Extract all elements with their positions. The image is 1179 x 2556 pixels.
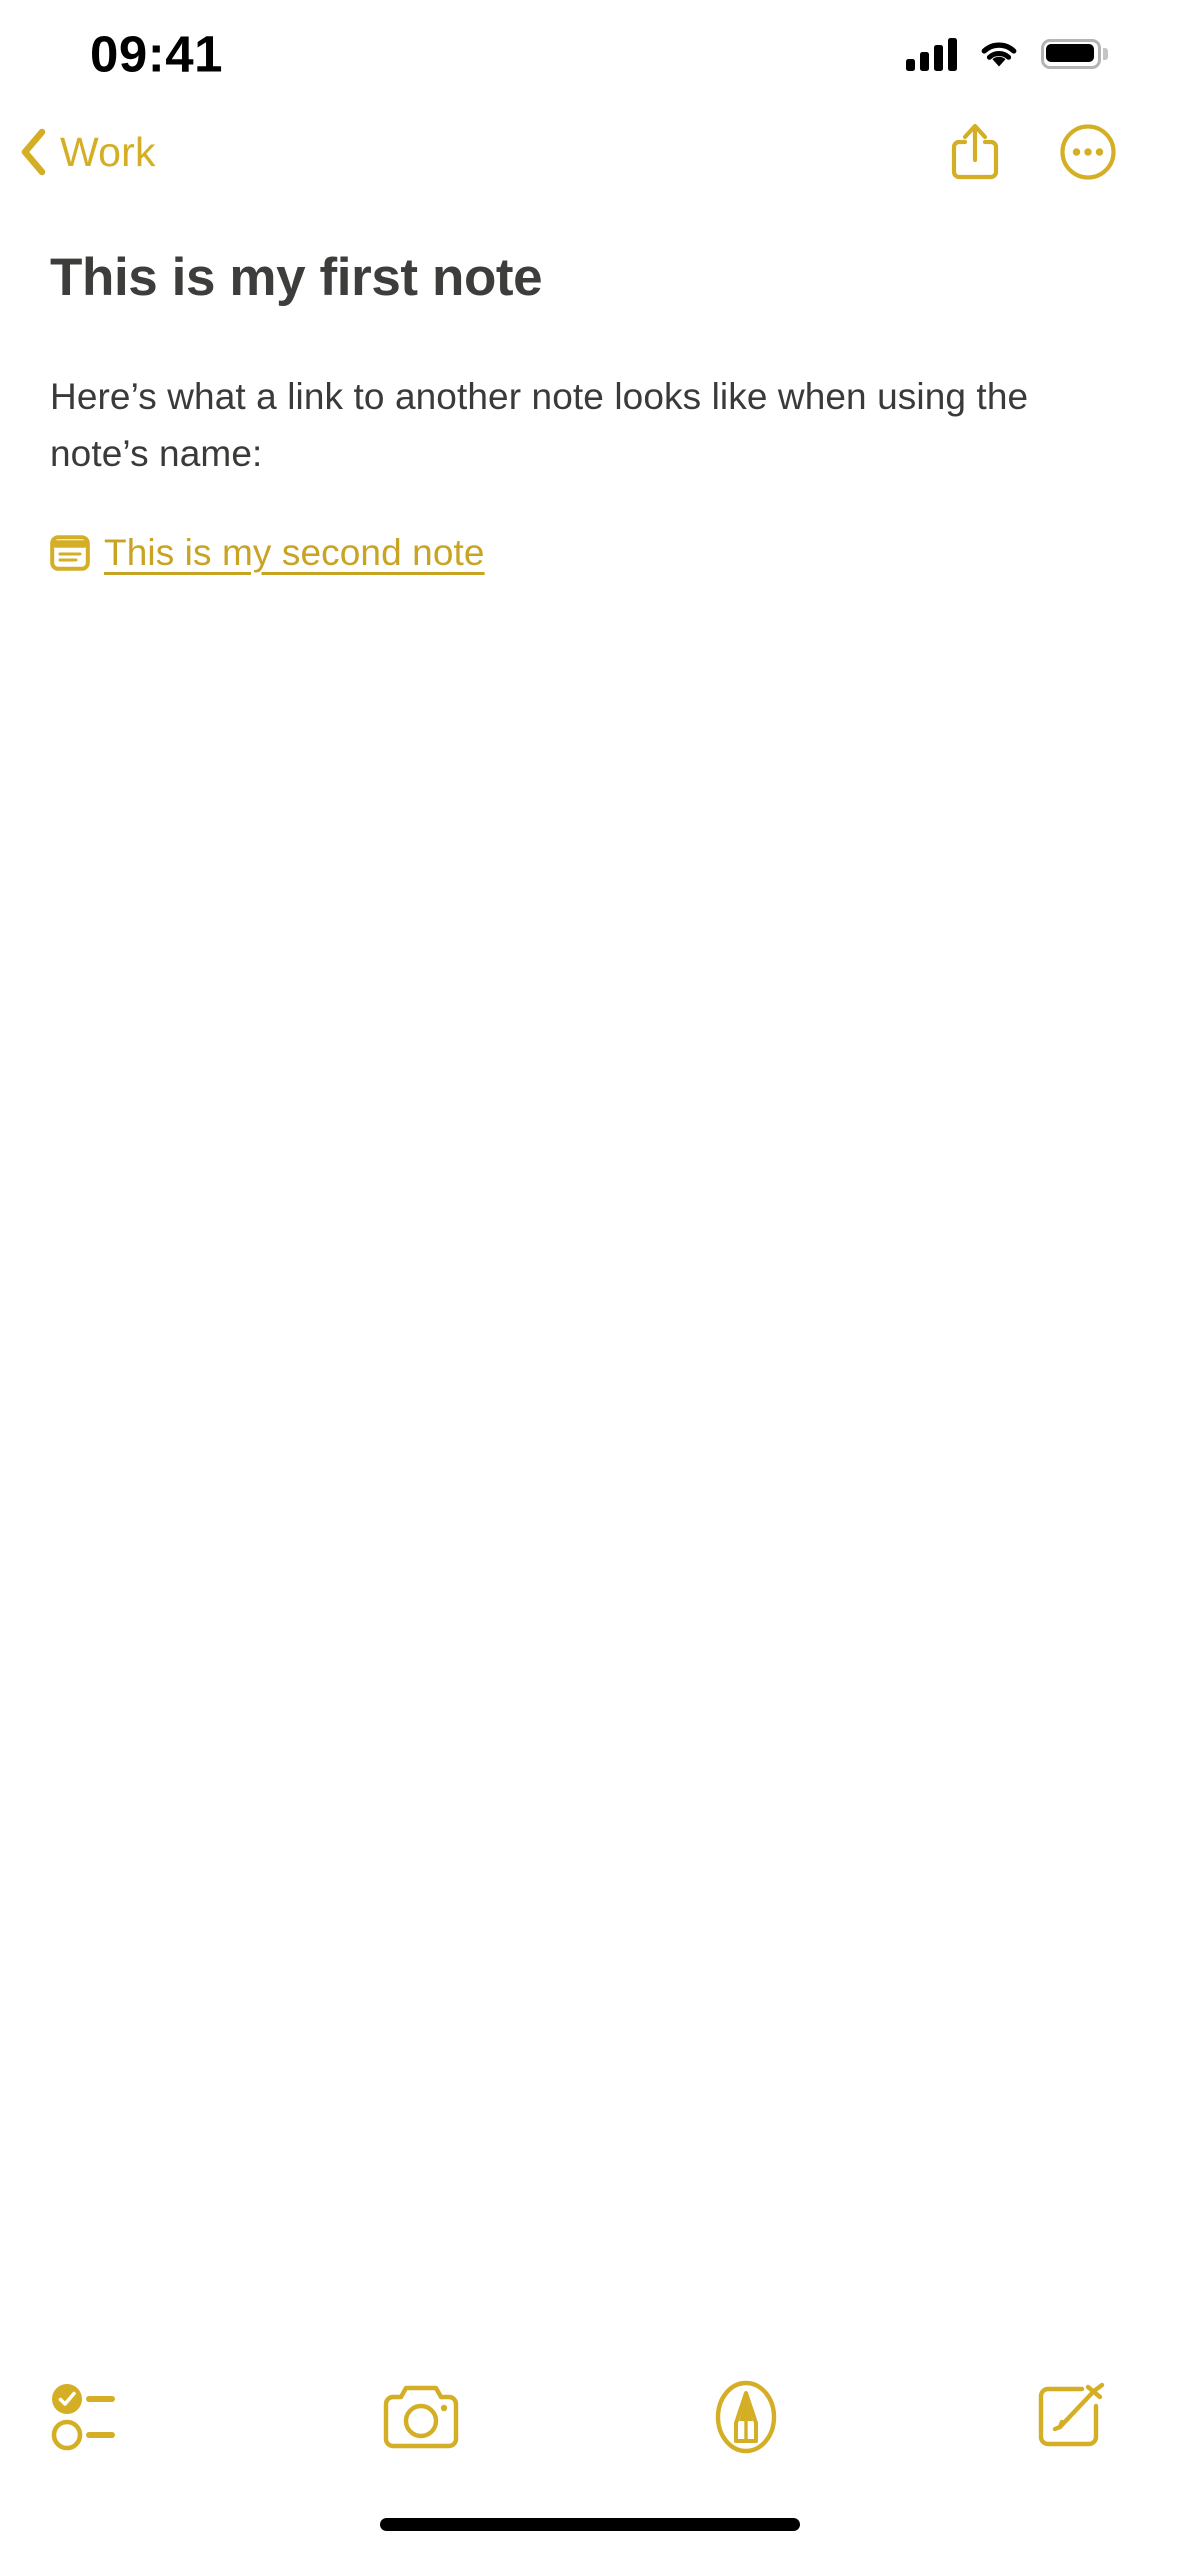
note-content[interactable]: This is my first note Here’s what a link… bbox=[0, 196, 1179, 2342]
markup-button[interactable] bbox=[687, 2369, 805, 2465]
camera-button[interactable] bbox=[362, 2369, 480, 2465]
note-icon bbox=[50, 535, 90, 571]
nav-actions bbox=[949, 122, 1117, 182]
status-bar-indicators bbox=[906, 37, 1108, 71]
cellular-signal-icon bbox=[906, 37, 957, 71]
compose-icon bbox=[1038, 2382, 1105, 2447]
compose-button[interactable] bbox=[1013, 2369, 1131, 2465]
navigation-bar: Work bbox=[0, 108, 1179, 196]
back-button[interactable]: Work bbox=[18, 128, 156, 176]
bottom-toolbar bbox=[0, 2342, 1179, 2492]
home-indicator-area bbox=[0, 2492, 1179, 2556]
wifi-icon bbox=[981, 42, 1017, 67]
camera-icon bbox=[383, 2385, 458, 2449]
battery-icon bbox=[1041, 39, 1108, 69]
note-link[interactable]: This is my second note bbox=[50, 532, 485, 574]
checklist-button[interactable] bbox=[36, 2369, 154, 2465]
share-icon[interactable] bbox=[949, 122, 1001, 182]
home-indicator[interactable] bbox=[379, 2517, 800, 2531]
checklist-icon bbox=[51, 2384, 115, 2451]
back-button-label: Work bbox=[60, 128, 156, 175]
note-title: This is my first note bbox=[50, 248, 543, 307]
markup-pen-icon bbox=[716, 2380, 777, 2454]
status-bar-time: 09:41 bbox=[90, 25, 223, 83]
chevron-left-icon bbox=[21, 128, 46, 176]
status-bar: 09:41 bbox=[0, 0, 1179, 108]
note-paragraph: Here’s what a link to another note looks… bbox=[50, 376, 1029, 474]
ellipsis-circle-icon[interactable] bbox=[1059, 123, 1117, 181]
note-link-label: This is my second note bbox=[104, 531, 485, 573]
notes-app-screen: 09:41 Work This is my first note Here’s … bbox=[0, 0, 1179, 2556]
